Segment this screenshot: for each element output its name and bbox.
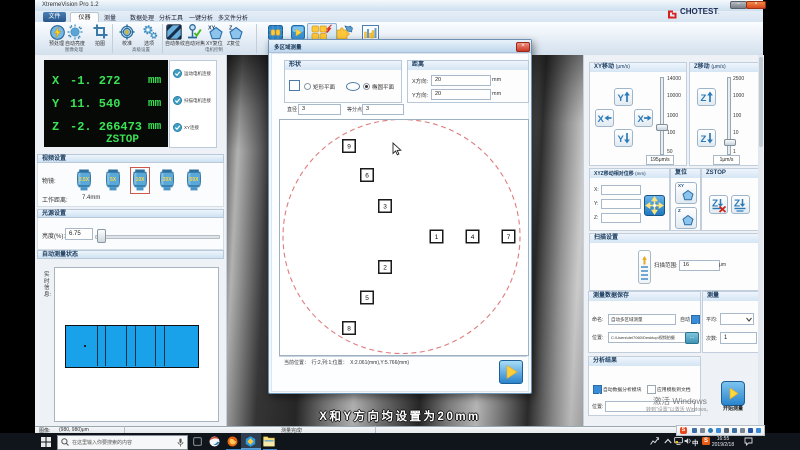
- svg-text:4: 4: [471, 234, 475, 241]
- svg-text:3: 3: [383, 204, 387, 211]
- svg-text:X: X: [597, 114, 604, 125]
- svg-text:8: 8: [347, 326, 351, 333]
- svg-text:X: X: [638, 114, 645, 125]
- svg-text:5X: 5X: [110, 177, 117, 183]
- svg-text:20X: 20X: [163, 177, 173, 183]
- svg-text:7: 7: [507, 234, 511, 241]
- svg-text:6: 6: [365, 173, 369, 180]
- svg-text:2.5X: 2.5X: [79, 177, 90, 183]
- svg-text:50X: 50X: [190, 177, 200, 183]
- svg-text:5: 5: [365, 295, 369, 302]
- svg-text:1: 1: [435, 234, 439, 241]
- svg-text:10X: 10X: [136, 177, 146, 183]
- svg-text:Y: Y: [617, 134, 624, 145]
- svg-text:Z: Z: [700, 93, 706, 104]
- svg-text:Y: Y: [617, 93, 624, 104]
- svg-text:2: 2: [383, 265, 387, 272]
- svg-text:Z: Z: [700, 134, 706, 145]
- svg-text:9: 9: [347, 144, 351, 151]
